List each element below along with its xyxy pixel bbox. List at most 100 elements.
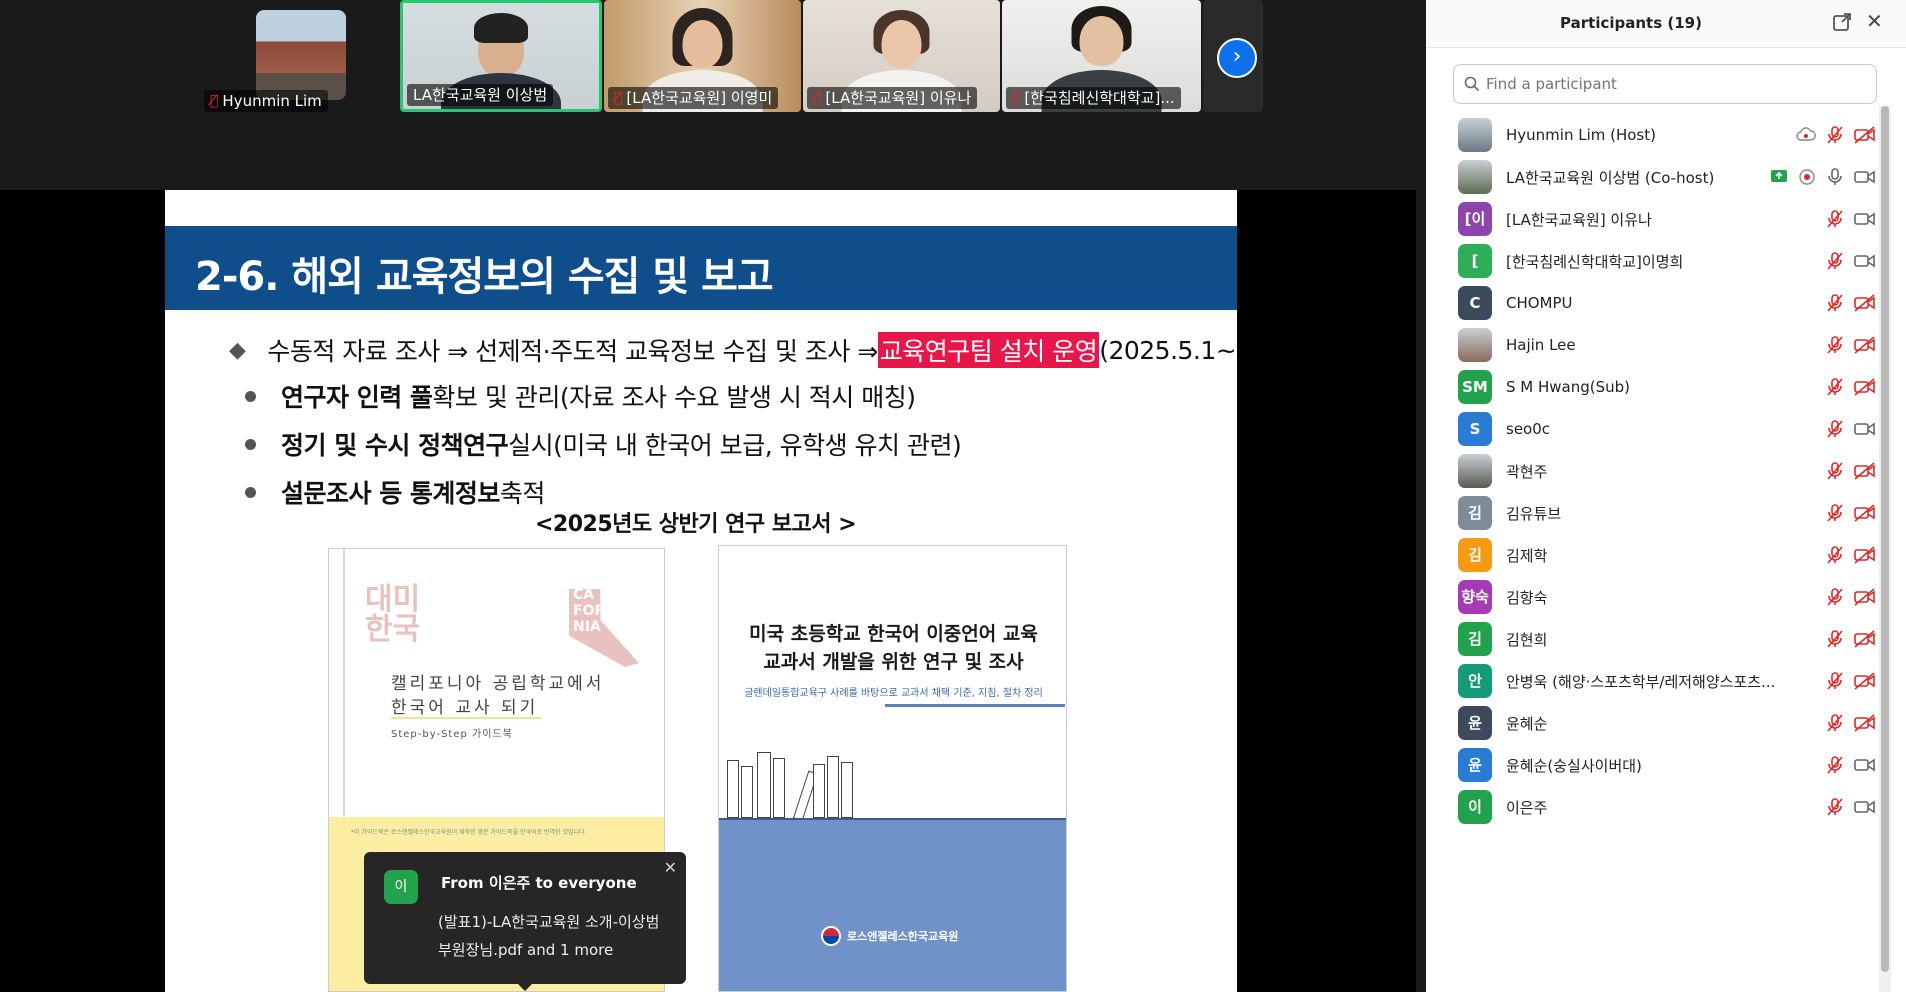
video-tile-active-speaker[interactable]: LA한국교육원 이상범 [400,0,602,112]
mic-muted-icon[interactable] [1826,798,1844,816]
avatar: SM [1458,370,1492,404]
avatar: 향숙 [1458,580,1492,614]
highlight-text: 교육연구팀 설치 운영 [877,332,1100,368]
next-page-button[interactable]: › [1217,38,1257,78]
participant-status-icons [1826,756,1876,774]
scrollbar-thumb[interactable] [1881,106,1889,972]
participant-row[interactable]: 김 김유튜브 [1426,492,1886,534]
avatar [1458,328,1492,362]
book-logo: 대미 한국 [365,582,421,647]
participants-panel: Participants (19) ✕ Hyunmin Lim (Host) LA… [1426,0,1906,992]
video-off-icon[interactable] [1854,546,1876,564]
avatar: 김 [1458,538,1492,572]
popout-icon[interactable] [1832,12,1852,32]
participant-name: Hajin Lee [1506,336,1576,354]
panel-title: Participants (19) [1560,14,1702,32]
video-off-icon[interactable] [1854,378,1876,396]
video-icon[interactable] [1854,252,1876,270]
participant-name: S M Hwang(Sub) [1506,378,1631,396]
record-icon[interactable] [1798,168,1816,186]
participant-row[interactable]: 향숙 김향숙 [1426,576,1886,618]
video-off-icon[interactable] [1854,630,1876,648]
mic-muted-icon[interactable] [1826,420,1844,438]
video-off-icon[interactable] [1854,714,1876,732]
avatar: 윤 [1458,748,1492,782]
avatar: [이 [1458,202,1492,236]
participant-row[interactable]: 안 안병욱 (해양·스포츠학부/레저해양스포츠... [1426,660,1886,702]
participant-status-icons [1796,126,1876,144]
participant-row[interactable]: [[한국침례신학대학교]이명희 [1426,240,1886,282]
participant-row[interactable]: 이 이은주 [1426,786,1886,828]
mic-muted-icon[interactable] [1826,294,1844,312]
search-input[interactable] [1486,75,1866,93]
chat-notification-toast[interactable]: 이 From 이은주 to everyone ✕ (발표1)-LA한국교육원 소… [364,852,686,991]
share-screen-icon[interactable] [1770,169,1788,185]
video-tile[interactable]: 🎙̸ [한국침례신학대학교]... [1002,0,1201,112]
mic-muted-icon[interactable] [1826,210,1844,228]
participant-row[interactable]: [이 [LA한국교육원] 이유나 [1426,198,1886,240]
mic-muted-icon[interactable] [1826,462,1844,480]
search-input-box[interactable] [1453,64,1877,104]
participant-row[interactable]: 곽현주 [1426,450,1886,492]
video-tile[interactable]: 🎙̸ Hyunmin Lim [204,0,350,112]
cloud-record-icon[interactable] [1796,127,1816,143]
participant-row[interactable]: Hajin Lee [1426,324,1886,366]
video-icon[interactable] [1854,420,1876,438]
video-tile[interactable]: 🎙̸ [LA한국교육원] 이유나 [803,0,1000,112]
video-name-label: LA한국교육원 이상범 [407,84,554,106]
mic-muted-icon: 🎙̸ [210,93,219,109]
chat-message: (발표1)-LA한국교육원 소개-이상범 부원장님.pdf and 1 more [438,913,660,959]
mic-icon[interactable] [1826,168,1844,186]
mic-muted-icon[interactable] [1826,126,1844,144]
avatar [1458,118,1492,152]
participant-row[interactable]: 윤 윤혜순(숭실사이버대) [1426,744,1886,786]
mic-muted-icon[interactable] [1826,630,1844,648]
video-icon[interactable] [1854,798,1876,816]
video-off-icon[interactable] [1854,672,1876,690]
participant-status-icons [1770,168,1876,186]
video-icon[interactable] [1854,756,1876,774]
participant-name: 김현희 [1506,630,1548,649]
participant-row[interactable]: Sseo0c [1426,408,1886,450]
participant-list: Hyunmin Lim (Host) LA한국교육원 이상범 (Co-host) [… [1426,116,1886,992]
mic-muted-icon[interactable] [1826,336,1844,354]
participant-status-icons [1826,504,1876,522]
avatar: 김 [1458,622,1492,656]
participant-status-icons [1826,210,1876,228]
mic-muted-icon[interactable] [1826,714,1844,732]
participant-row[interactable]: 윤 윤혜순 [1426,702,1886,744]
mic-muted-icon: 🎙̸ [614,90,623,106]
mic-muted-icon[interactable] [1826,756,1844,774]
avatar [1458,160,1492,194]
video-name-label: 🎙̸ [한국침례신학대학교]... [1006,87,1181,109]
mic-muted-icon[interactable] [1826,546,1844,564]
close-icon[interactable]: ✕ [1866,11,1883,31]
video-off-icon[interactable] [1854,126,1876,144]
participant-row[interactable]: LA한국교육원 이상범 (Co-host) [1426,156,1886,198]
mic-muted-icon[interactable] [1826,378,1844,396]
participant-row[interactable]: C CHOMPU [1426,282,1886,324]
video-off-icon[interactable] [1854,336,1876,354]
participant-row[interactable]: SM S M Hwang(Sub) [1426,366,1886,408]
mic-muted-icon[interactable] [1826,672,1844,690]
mic-muted-icon: 🎙̸ [813,90,822,106]
video-off-icon[interactable] [1854,588,1876,606]
participant-name: CHOMPU [1506,294,1573,312]
avatar: 이 [384,870,418,904]
participant-row[interactable]: 김 김현희 [1426,618,1886,660]
video-icon[interactable] [1854,210,1876,228]
participant-row[interactable]: 김 김제학 [1426,534,1886,576]
mic-muted-icon[interactable] [1826,504,1844,522]
video-tile[interactable]: 🎙̸ [LA한국교육원] 이영미 [604,0,801,112]
diamond-bullet-icon: ◆ [229,337,246,363]
scrollbar[interactable] [1879,106,1891,992]
video-icon[interactable] [1854,168,1876,186]
video-off-icon[interactable] [1854,504,1876,522]
participant-row[interactable]: Hyunmin Lim (Host) [1426,116,1886,156]
close-icon[interactable]: ✕ [664,858,677,877]
video-off-icon[interactable] [1854,462,1876,480]
mic-muted-icon[interactable] [1826,252,1844,270]
video-off-icon[interactable] [1854,294,1876,312]
participant-status-icons [1826,630,1876,648]
mic-muted-icon[interactable] [1826,588,1844,606]
